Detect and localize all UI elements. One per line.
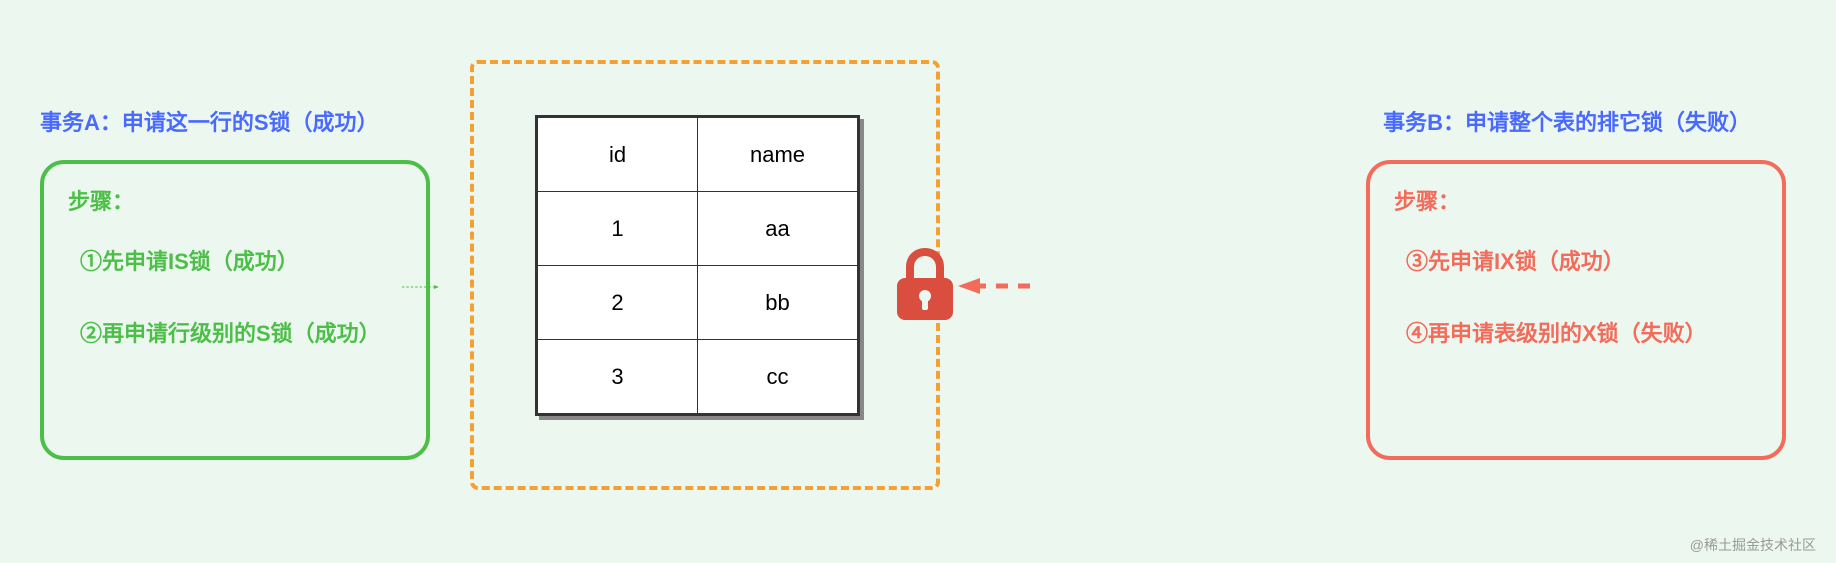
step-b1: ③先申请IX锁（成功） <box>1394 244 1758 276</box>
cell-id-2: 2 <box>538 266 698 340</box>
watermark: @稀土掘金技术社区 <box>1690 535 1816 555</box>
step-a1: ①先申请IS锁（成功） <box>68 244 402 276</box>
step-a2: ②再申请行级别的S锁（成功） <box>68 316 402 348</box>
cell-name-2: bb <box>698 266 858 340</box>
cell-name-3: cc <box>698 340 858 414</box>
data-table-wrapper: id name 1 aa 2 bb 3 cc <box>535 115 860 416</box>
cell-id-1: 1 <box>538 192 698 266</box>
header-id: id <box>538 118 698 192</box>
table-row: 1 aa <box>538 192 858 266</box>
arrow-b-to-lock <box>958 278 1030 294</box>
table-row: 3 cc <box>538 340 858 414</box>
transaction-b-title: 事务B：申请整个表的排它锁（失败） <box>1383 105 1751 137</box>
step-b2: ④再申请表级别的X锁（失败） <box>1394 316 1758 348</box>
data-table: id name 1 aa 2 bb 3 cc <box>537 117 858 414</box>
steps-label-a: 步骤： <box>68 184 402 216</box>
lock-icon <box>893 248 957 320</box>
arrow-a-to-table <box>328 285 513 289</box>
transaction-b-box: 步骤： ③先申请IX锁（成功） ④再申请表级别的X锁（失败） <box>1366 160 1786 460</box>
table-header-row: id name <box>538 118 858 192</box>
table-row: 2 bb <box>538 266 858 340</box>
header-name: name <box>698 118 858 192</box>
transaction-a-box: 步骤： ①先申请IS锁（成功） ②再申请行级别的S锁（成功） <box>40 160 430 460</box>
cell-id-3: 3 <box>538 340 698 414</box>
transaction-a-title: 事务A：申请这一行的S锁（成功） <box>40 105 379 137</box>
cell-name-1: aa <box>698 192 858 266</box>
steps-label-b: 步骤： <box>1394 184 1758 216</box>
